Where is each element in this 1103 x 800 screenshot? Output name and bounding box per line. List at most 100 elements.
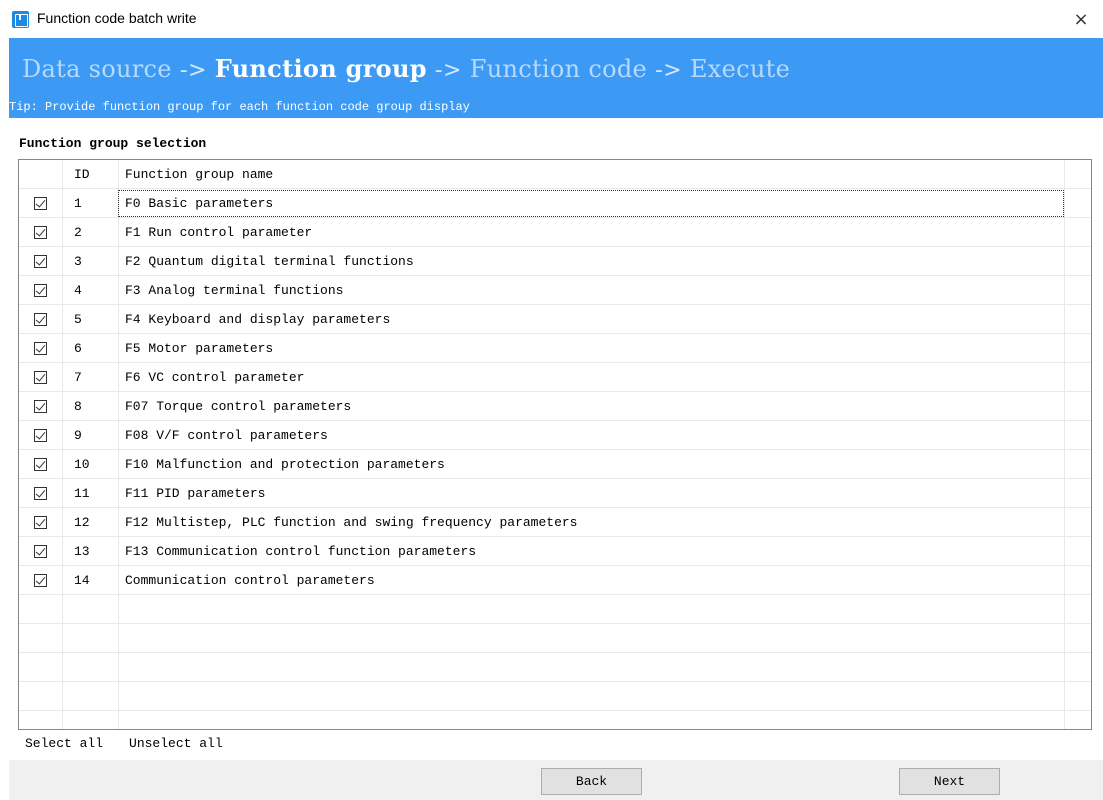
empty-table-row	[19, 711, 1091, 729]
row-name: F13 Communication control function param…	[125, 544, 477, 559]
table-row[interactable]: 6 F5 Motor parameters	[19, 334, 1091, 363]
close-icon[interactable]: ×	[1059, 0, 1103, 38]
checkbox-checked-icon[interactable]	[34, 371, 47, 384]
row-check-cell	[19, 218, 62, 247]
tip-text: Tip: Provide function group for each fun…	[9, 100, 470, 114]
row-id: 10	[74, 457, 90, 472]
checkbox-checked-icon[interactable]	[34, 458, 47, 471]
row-id: 13	[74, 544, 90, 559]
back-button[interactable]: Back	[541, 768, 642, 795]
table-row[interactable]: 11 F11 PID parameters	[19, 479, 1091, 508]
row-id: 11	[74, 486, 90, 501]
table-row[interactable]: 3 F2 Quantum digital terminal functions	[19, 247, 1091, 276]
row-check-cell	[19, 189, 62, 218]
checkbox-checked-icon[interactable]	[34, 284, 47, 297]
button-bar: Back Next	[9, 760, 1103, 800]
row-check-cell	[19, 247, 62, 276]
row-id: 12	[74, 515, 90, 530]
row-id: 2	[74, 225, 82, 240]
table-row[interactable]: 2 F1 Run control parameter	[19, 218, 1091, 247]
empty-table-row	[19, 595, 1091, 624]
row-name: F3 Analog terminal functions	[125, 283, 344, 298]
row-name: F0 Basic parameters	[125, 196, 274, 211]
row-check-cell	[19, 305, 62, 334]
checkbox-checked-icon[interactable]	[34, 226, 47, 239]
step-function-code: Function code	[469, 55, 647, 83]
step-arrow-icon: ->	[655, 58, 682, 83]
row-check-cell	[19, 450, 62, 479]
unselect-all-link[interactable]: Unselect all	[129, 736, 223, 751]
select-all-link[interactable]: Select all	[25, 736, 103, 751]
table-row[interactable]: 8 F07 Torque control parameters	[19, 392, 1091, 421]
table-row[interactable]: 4 F3 Analog terminal functions	[19, 276, 1091, 305]
step-arrow-icon: ->	[434, 58, 462, 83]
checkbox-checked-icon[interactable]	[34, 342, 47, 355]
table-row[interactable]: 10 F10 Malfunction and protection paramet…	[19, 450, 1091, 479]
section-title: Function group selection	[19, 136, 207, 151]
header-name[interactable]: Function group name	[118, 160, 1064, 189]
row-check-cell	[19, 479, 62, 508]
table-row[interactable]: 7 F6 VC control parameter	[19, 363, 1091, 392]
row-id: 14	[74, 573, 90, 588]
row-id: 3	[74, 254, 82, 269]
row-name: F07 Torque control parameters	[125, 399, 352, 414]
row-id: 5	[74, 312, 82, 327]
row-id: 4	[74, 283, 82, 298]
row-id: 9	[74, 428, 82, 443]
row-name: F12 Multistep, PLC function and swing fr…	[125, 515, 578, 530]
step-arrow-icon: ->	[179, 58, 207, 83]
wizard-banner: Data source -> Function group -> Function co…	[9, 38, 1103, 118]
row-id: 8	[74, 399, 82, 414]
checkbox-checked-icon[interactable]	[34, 255, 47, 268]
title-bar: Function code batch write ×	[0, 0, 1103, 38]
row-name: F4 Keyboard and display parameters	[125, 312, 391, 327]
checkbox-checked-icon[interactable]	[34, 487, 47, 500]
table-row[interactable]: 1 F0 Basic parameters	[19, 189, 1091, 218]
window-title: Function code batch write	[37, 10, 197, 26]
row-check-cell	[19, 537, 62, 566]
row-name: F1 Run control parameter	[125, 225, 313, 240]
row-name: F10 Malfunction and protection parameter…	[125, 457, 445, 472]
table-row[interactable]: 9 F08 V/F control parameters	[19, 421, 1091, 450]
checkbox-checked-icon[interactable]	[34, 313, 47, 326]
app-icon	[12, 11, 29, 28]
row-name: F6 VC control parameter	[125, 370, 305, 385]
selection-links: Select all Unselect all	[25, 736, 223, 751]
row-id: 7	[74, 370, 82, 385]
step-function-group: Function group	[214, 54, 427, 83]
checkbox-checked-icon[interactable]	[34, 516, 47, 529]
header-check-cell	[19, 160, 62, 189]
function-group-table[interactable]: ID Function group name 1 F0 Basic paramet…	[18, 159, 1092, 730]
checkbox-checked-icon[interactable]	[34, 197, 47, 210]
row-name: Communication control parameters	[125, 573, 375, 588]
row-check-cell	[19, 392, 62, 421]
row-id: 1	[74, 196, 82, 211]
table-row[interactable]: 5 F4 Keyboard and display parameters	[19, 305, 1091, 334]
checkbox-checked-icon[interactable]	[34, 400, 47, 413]
checkbox-checked-icon[interactable]	[34, 574, 47, 587]
row-check-cell	[19, 334, 62, 363]
row-check-cell	[19, 363, 62, 392]
row-name: F5 Motor parameters	[125, 341, 274, 356]
row-check-cell	[19, 566, 62, 595]
header-id[interactable]: ID	[62, 160, 118, 189]
row-id: 6	[74, 341, 82, 356]
step-execute: Execute	[689, 55, 791, 83]
row-check-cell	[19, 421, 62, 450]
empty-table-row	[19, 653, 1091, 682]
checkbox-checked-icon[interactable]	[34, 545, 47, 558]
step-data-source: Data source	[22, 55, 172, 83]
table-row[interactable]: 14 Communication control parameters	[19, 566, 1091, 595]
empty-table-row	[19, 682, 1091, 711]
checkbox-checked-icon[interactable]	[34, 429, 47, 442]
row-name: F11 PID parameters	[125, 486, 266, 501]
row-check-cell	[19, 276, 62, 305]
table-row[interactable]: 12 F12 Multistep, PLC function and swing …	[19, 508, 1091, 537]
table-header: ID Function group name	[19, 160, 1091, 189]
row-check-cell	[19, 508, 62, 537]
row-name: F2 Quantum digital terminal functions	[125, 254, 414, 269]
empty-table-row	[19, 624, 1091, 653]
row-name: F08 V/F control parameters	[125, 428, 328, 443]
table-row[interactable]: 13 F13 Communication control function par…	[19, 537, 1091, 566]
next-button[interactable]: Next	[899, 768, 1000, 795]
